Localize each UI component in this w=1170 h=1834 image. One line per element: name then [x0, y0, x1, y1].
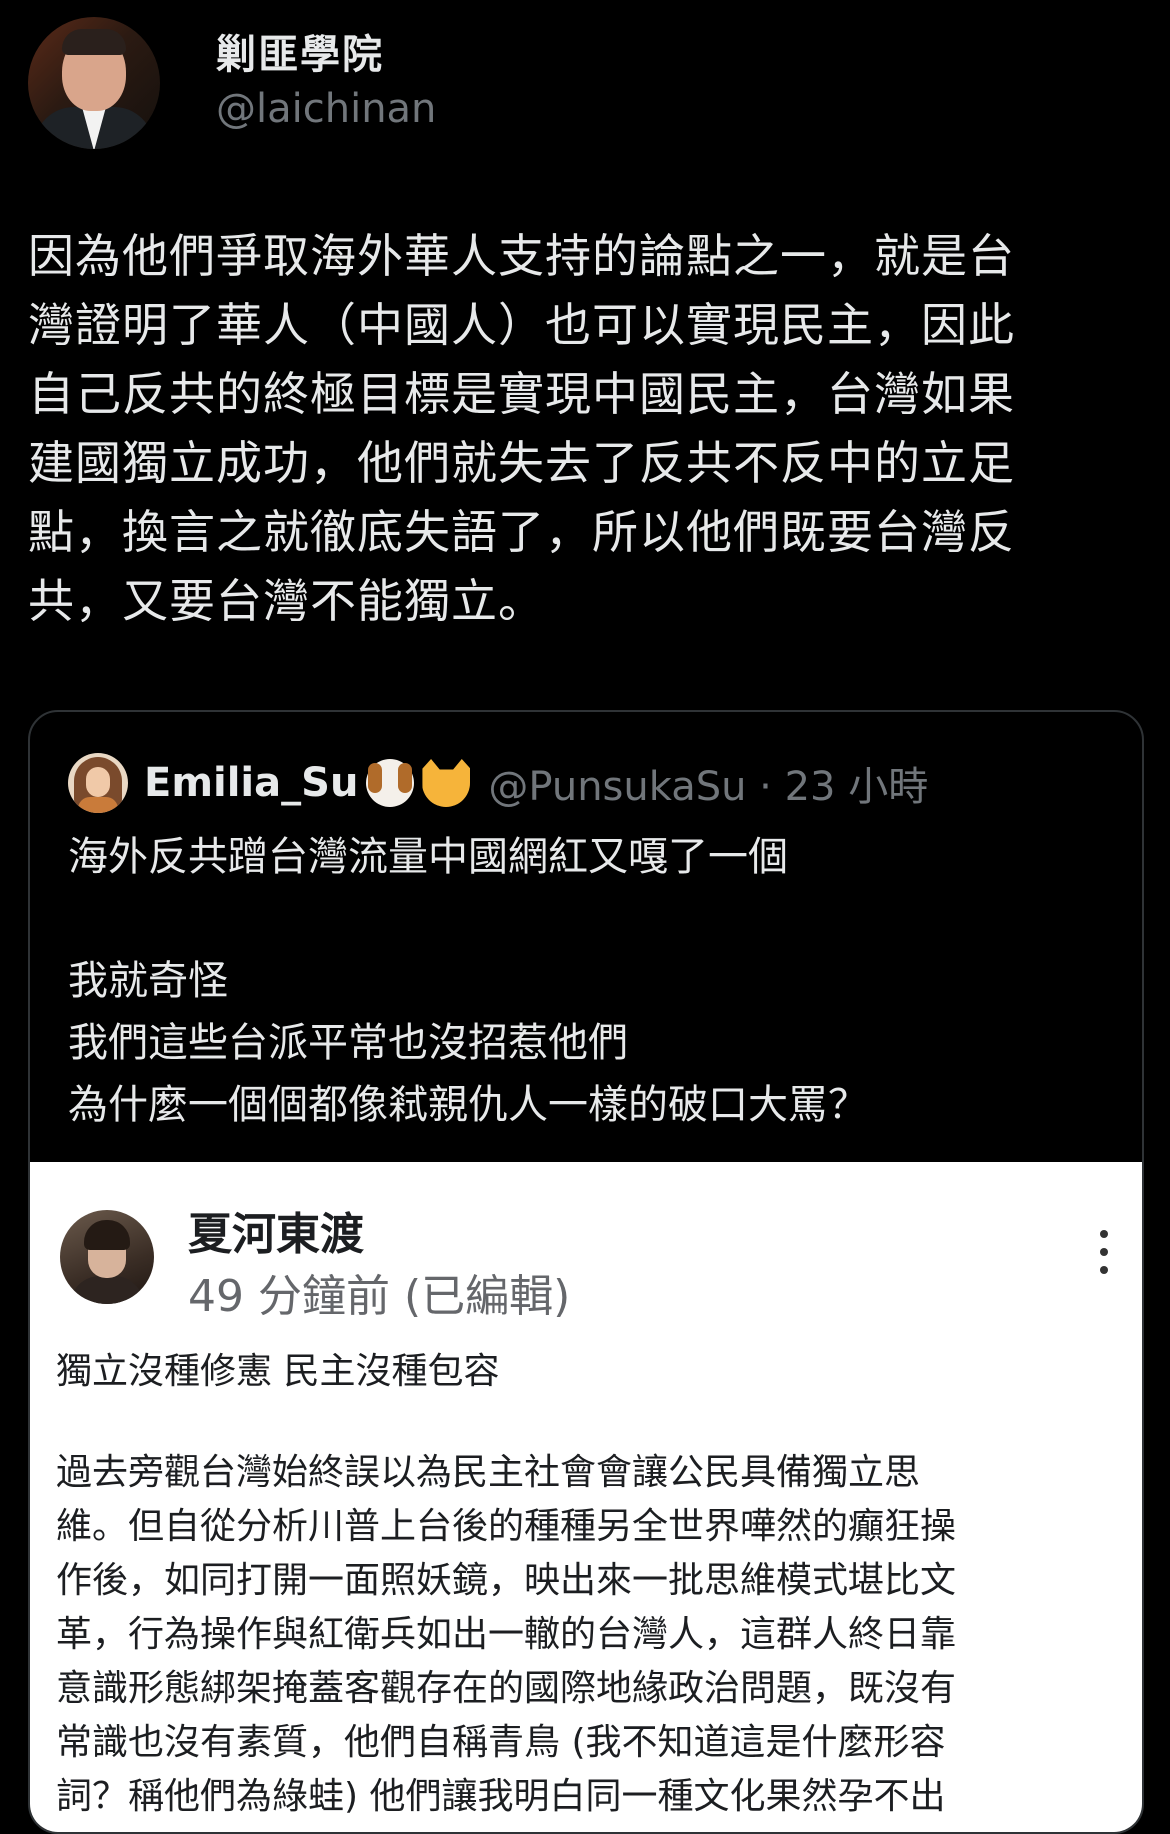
- quoted-tweet-header: Emilia_Su @PunsukaSu · 23 小時: [68, 752, 928, 814]
- author-display-name[interactable]: 剿匪學院: [216, 29, 436, 81]
- quoted-author-handle-time: @PunsukaSu · 23 小時: [488, 764, 929, 810]
- embedded-post-image[interactable]: 夏河東渡 49 分鐘前 (已編輯) 獨立沒種修憲 民主沒種包容 過去旁觀台灣始終…: [30, 1162, 1142, 1832]
- embedded-post-body: 過去旁觀台灣始終誤以為民主社會會讓公民具備獨立思 維。但自從分析川普上台後的種種…: [56, 1452, 957, 1817]
- author-avatar[interactable]: [28, 17, 160, 149]
- quoted-tweet[interactable]: Emilia_Su @PunsukaSu · 23 小時 海外反共蹭台灣流量中國…: [28, 710, 1144, 1834]
- author-handle[interactable]: @laichinan: [216, 81, 436, 137]
- embedded-post-title: 獨立沒種修憲 民主沒種包容: [56, 1351, 500, 1392]
- author-names: 剿匪學院 @laichinan: [216, 29, 436, 137]
- quoted-author-avatar[interactable]: [68, 753, 128, 813]
- tweet-author: 剿匪學院 @laichinan: [28, 16, 436, 150]
- quoted-author-name[interactable]: Emilia_Su: [144, 760, 358, 806]
- cat-face-emoji-icon: [422, 759, 471, 807]
- embedded-post-time: 49 分鐘前 (已編輯): [188, 1271, 571, 1322]
- embedded-post-author: 夏河東渡: [188, 1209, 364, 1260]
- embedded-post-avatar: [60, 1210, 154, 1304]
- tweet-text: 因為他們爭取海外華人支持的論點之一，就是台 灣證明了華人（中國人）也可以實現民主…: [28, 229, 1015, 628]
- quoted-tweet-text: 海外反共蹭台灣流量中國網紅又嘎了一個 我就奇怪 我們這些台派平常也沒招惹他們 為…: [68, 834, 868, 1128]
- more-options-icon: [1092, 1230, 1116, 1282]
- dog-face-emoji-icon: [366, 759, 415, 807]
